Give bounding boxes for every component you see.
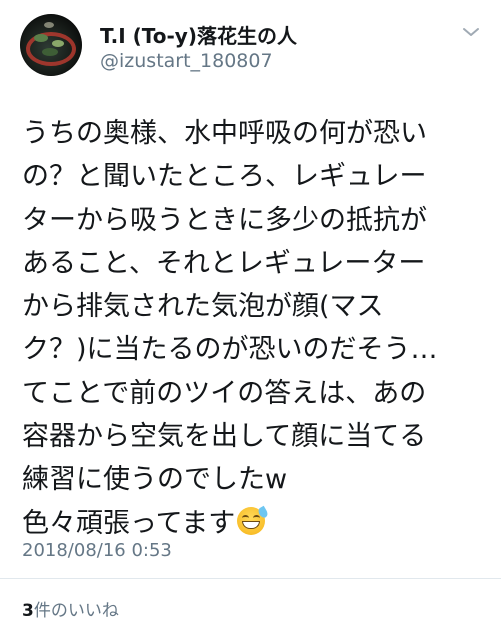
tweet-line-text: 色々頑張ってます [22, 507, 236, 539]
tweet-line: うちの奥様、水中呼吸の何が恐い [22, 118, 427, 149]
tweet-text: うちの奥様、水中呼吸の何が恐い の？と聞いたところ、レギュレー ターから吸うとき… [22, 112, 492, 545]
chevron-down-icon[interactable] [462, 26, 480, 38]
likes-label: 件のいいね [33, 601, 119, 621]
tweet-line: ク？)に当たるのが恐いのだそう… [22, 334, 438, 366]
tweet-line: の？と聞いたところ、レギュレー [22, 161, 427, 193]
user-handle[interactable]: @izustart_180807 [100, 50, 273, 72]
tweet-line: ターから吸うときに多少の抵抗が [22, 204, 427, 236]
tweet-line: から排気された気泡が顔(マス [22, 291, 384, 323]
avatar[interactable] [20, 14, 82, 76]
likes-summary[interactable]: 3件のいいね [22, 596, 119, 621]
tweet-line: 容器から空気を出して顔に当てる [22, 421, 427, 453]
tweet-line: あること、それとレギュレーター [22, 247, 426, 279]
likes-count: 3 [22, 601, 34, 621]
grinning-sweat-emoji-icon [237, 505, 270, 535]
tweet-timestamp[interactable]: 2018/08/16 0:53 [22, 540, 172, 561]
tweet-line: てことで前のツイの答えは、あの [22, 377, 427, 409]
divider [0, 578, 501, 579]
tweet-line: 練習に使うのでしたw [22, 464, 288, 496]
display-name[interactable]: T.I (To-y)落花生の人 [100, 20, 297, 49]
tweet-line-last: 色々頑張ってます [22, 502, 492, 545]
